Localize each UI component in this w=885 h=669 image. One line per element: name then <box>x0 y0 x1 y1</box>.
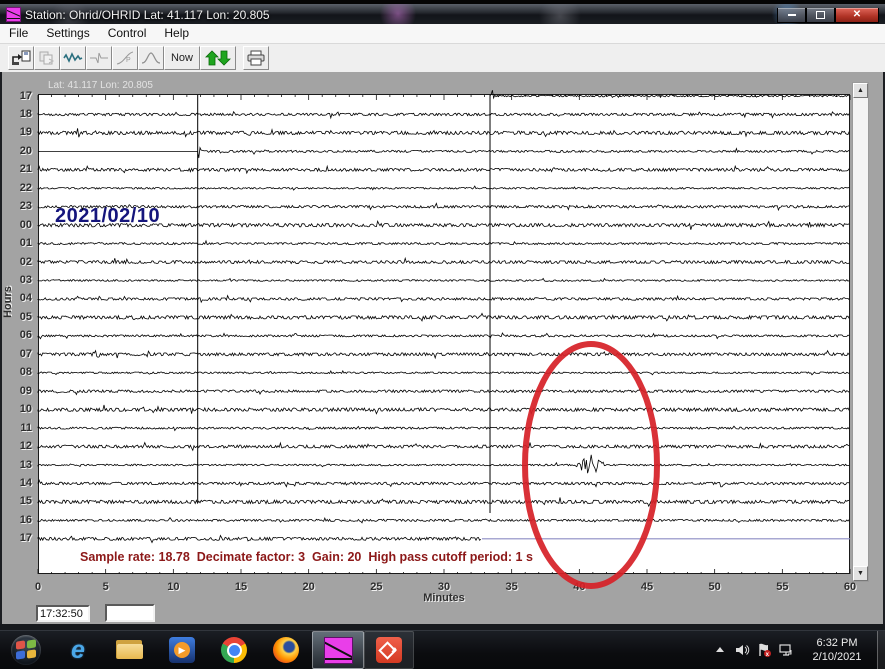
minute-tick-label: 25 <box>370 581 382 593</box>
menu-item[interactable]: Control <box>99 24 156 43</box>
hour-tick-label: 23 <box>4 200 32 212</box>
hour-tick-label: 20 <box>4 145 32 157</box>
hour-tick-label: 17 <box>4 90 32 102</box>
date-label: 2021/02/10 <box>55 205 160 228</box>
hour-tick-label: 10 <box>4 403 32 415</box>
plot-corner-label: Lat: 41.117 Lon: 20.805 <box>48 80 153 91</box>
action-center-flag-icon[interactable]: x <box>753 631 775 669</box>
response-curve-icon[interactable]: P <box>112 46 138 70</box>
hours-axis-label: Hours <box>2 286 14 318</box>
hour-tick-label: 14 <box>4 477 32 489</box>
hour-tick-label: 02 <box>4 256 32 268</box>
scroll-up-down-arrows-icon[interactable] <box>200 46 236 70</box>
clock-date: 2/10/2021 <box>801 650 873 664</box>
load-data-icon[interactable] <box>8 46 34 70</box>
minute-tick-label: 40 <box>573 581 585 593</box>
show-desktop-button[interactable] <box>877 631 885 669</box>
now-button[interactable]: Now <box>164 46 200 70</box>
hour-tick-label: 08 <box>4 366 32 378</box>
spike-filter-icon[interactable] <box>86 46 112 70</box>
hour-tick-label: 12 <box>4 440 32 452</box>
hour-tick-label: 09 <box>4 385 32 397</box>
restore-button[interactable] <box>806 8 835 23</box>
hour-tick-label: 03 <box>4 274 32 286</box>
minute-tick-label: 5 <box>103 581 109 593</box>
minute-tick-label: 20 <box>303 581 315 593</box>
minute-tick-label: 55 <box>776 581 788 593</box>
seismograph-app-icon <box>6 7 21 22</box>
spare-field[interactable] <box>105 604 155 622</box>
hidden-icons-arrow[interactable] <box>709 631 731 669</box>
minute-tick-label: 10 <box>167 581 179 593</box>
hour-tick-label: 13 <box>4 459 32 471</box>
hour-tick-label: 17 <box>4 532 32 544</box>
bell-curve-icon[interactable] <box>138 46 164 70</box>
copy-icon[interactable] <box>34 46 60 70</box>
toolbar: P Now <box>0 44 885 73</box>
hour-tick-label: 00 <box>4 219 32 231</box>
menu-item[interactable]: File <box>0 24 37 43</box>
waveform-icon[interactable] <box>60 46 86 70</box>
hour-tick-label: 18 <box>4 108 32 120</box>
status-line: Sample rate: 18.78 Decimate factor: 3 Ga… <box>80 550 533 564</box>
seismograph-app-icon[interactable] <box>312 631 364 669</box>
minute-tick-label: 60 <box>844 581 856 593</box>
hour-tick-label: 06 <box>4 329 32 341</box>
tray-clock[interactable]: 6:32 PM 2/10/2021 <box>797 636 877 664</box>
hour-tick-label: 11 <box>4 422 32 434</box>
hour-tick-label: 15 <box>4 495 32 507</box>
window-title: Station: Ohrid/OHRID Lat: 41.117 Lon: 20… <box>25 8 270 22</box>
firefox-icon[interactable] <box>260 631 312 669</box>
minute-tick-label: 0 <box>35 581 41 593</box>
minute-tick-label: 50 <box>709 581 721 593</box>
close-button[interactable]: ✕ <box>835 8 879 23</box>
hour-tick-label: 21 <box>4 163 32 175</box>
vertical-scrollbar[interactable]: ▲ ▼ <box>852 82 869 582</box>
menu-bar: FileSettingsControlHelp <box>0 24 885 44</box>
hour-tick-label: 01 <box>4 237 32 249</box>
hour-tick-label: 16 <box>4 514 32 526</box>
clock-time: 6:32 PM <box>801 636 873 650</box>
minute-tick-label: 45 <box>641 581 653 593</box>
helicorder-plot[interactable] <box>38 94 850 574</box>
network-icon[interactable] <box>775 631 797 669</box>
print-icon[interactable] <box>243 46 269 70</box>
minute-tick-label: 15 <box>235 581 247 593</box>
red-diamond-app-icon[interactable]: » <box>364 631 414 669</box>
file-explorer-icon[interactable] <box>104 631 156 669</box>
time-field[interactable]: 17:32:50 <box>36 605 90 622</box>
minutes-axis-label: Minutes <box>414 592 474 604</box>
taskbar: e ▶ » <box>0 630 885 669</box>
media-player-icon[interactable]: ▶ <box>156 631 208 669</box>
volume-icon[interactable] <box>731 631 753 669</box>
scroll-down-icon[interactable]: ▼ <box>853 566 868 581</box>
start-button[interactable] <box>0 631 52 669</box>
title-bar[interactable]: Station: Ohrid/OHRID Lat: 41.117 Lon: 20… <box>0 4 885 24</box>
minimize-button[interactable] <box>777 8 806 23</box>
internet-explorer-icon[interactable]: e <box>52 631 104 669</box>
scroll-up-icon[interactable]: ▲ <box>853 83 868 98</box>
menu-item[interactable]: Help <box>155 24 198 43</box>
chrome-icon[interactable] <box>208 631 260 669</box>
hour-tick-label: 22 <box>4 182 32 194</box>
hour-tick-label: 19 <box>4 126 32 138</box>
menu-item[interactable]: Settings <box>37 24 98 43</box>
hour-tick-label: 07 <box>4 348 32 360</box>
svg-text:P: P <box>126 57 131 64</box>
minute-tick-label: 35 <box>506 581 518 593</box>
